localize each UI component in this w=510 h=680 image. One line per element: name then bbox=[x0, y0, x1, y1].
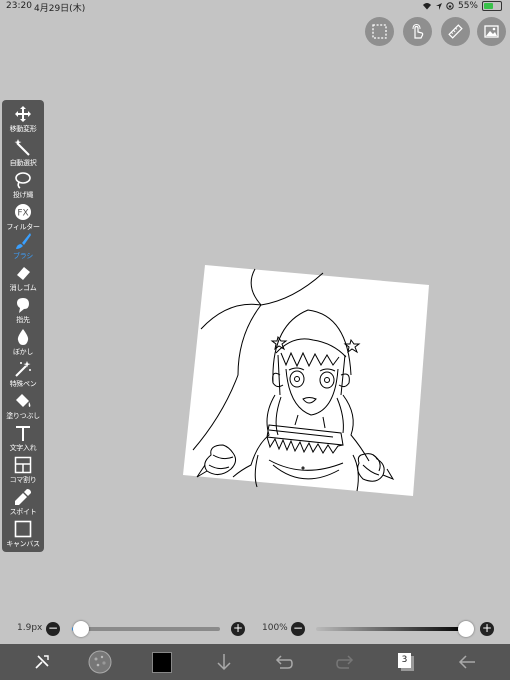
tool-frame[interactable]: コマ割り bbox=[2, 456, 44, 490]
tool-label: 移動変形 bbox=[9, 125, 37, 133]
fill-icon bbox=[13, 392, 33, 410]
brush-size-increase-button[interactable]: + bbox=[231, 622, 245, 636]
brush-size-value: 1.9px bbox=[17, 623, 43, 633]
ruler-button[interactable] bbox=[441, 17, 470, 46]
tool-label: 消しゴム bbox=[9, 284, 37, 292]
svg-text:FX: FX bbox=[17, 209, 28, 219]
undo-icon bbox=[275, 655, 293, 669]
ruler-icon bbox=[448, 24, 463, 39]
opacity-decrease-button[interactable]: − bbox=[291, 622, 305, 636]
tool-label: キャンバス bbox=[6, 540, 40, 548]
opacity-value: 100% bbox=[262, 623, 288, 633]
tool-label: ブラシ bbox=[13, 252, 33, 260]
drawing-canvas[interactable] bbox=[183, 265, 429, 496]
tool-magic-wand[interactable]: 自動選択 bbox=[2, 139, 44, 173]
status-bar: 23:20 4月29日(木) 55% bbox=[0, 0, 510, 14]
eraser-icon bbox=[13, 264, 33, 282]
slider-bar: 1.9px − + 100% − + bbox=[0, 619, 510, 639]
magic-wand-icon bbox=[13, 139, 33, 157]
brush-preset-button[interactable] bbox=[88, 650, 112, 674]
opacity-slider[interactable] bbox=[316, 627, 466, 631]
brush-preset-icon bbox=[88, 650, 112, 674]
tool-label: 指先 bbox=[16, 316, 30, 324]
color-button[interactable] bbox=[152, 651, 172, 673]
opacity-knob[interactable] bbox=[458, 621, 474, 637]
quick-tools-button[interactable] bbox=[32, 652, 52, 672]
tool-eraser[interactable]: 消しゴム bbox=[2, 264, 44, 298]
reference-image-button[interactable] bbox=[477, 17, 506, 46]
download-button[interactable] bbox=[214, 652, 234, 672]
tool-label: 投げ縄 bbox=[12, 191, 34, 199]
current-color-swatch bbox=[152, 651, 172, 673]
brush-icon bbox=[13, 232, 33, 250]
tool-special-pen[interactable]: 特殊ペン bbox=[2, 360, 44, 394]
undo-button[interactable] bbox=[274, 652, 294, 672]
eyedropper-icon bbox=[13, 488, 33, 506]
status-date: 4月29日(木) bbox=[34, 4, 86, 14]
back-button[interactable] bbox=[457, 652, 477, 672]
brush-size-decrease-button[interactable]: − bbox=[46, 622, 60, 636]
battery-level bbox=[484, 3, 493, 9]
redo-button[interactable] bbox=[335, 652, 355, 672]
rotation-lock-icon bbox=[446, 2, 454, 10]
tool-label: フィルター bbox=[6, 223, 40, 231]
layers-icon: 3 bbox=[398, 653, 414, 671]
tool-brush[interactable]: ブラシ bbox=[2, 232, 44, 266]
brush-size-slider[interactable] bbox=[72, 627, 220, 631]
finger-icon bbox=[13, 296, 33, 314]
image-icon bbox=[484, 25, 499, 38]
lasso-icon bbox=[13, 171, 33, 189]
brush-size-knob[interactable] bbox=[72, 621, 89, 637]
opacity-increase-button[interactable]: + bbox=[480, 622, 494, 636]
frame-icon bbox=[13, 456, 33, 474]
text-icon bbox=[13, 424, 33, 442]
quick-tools-icon bbox=[35, 655, 49, 669]
selection-button[interactable] bbox=[365, 17, 394, 46]
fx-icon: FX bbox=[13, 203, 33, 221]
touch-button[interactable] bbox=[403, 17, 432, 46]
canvas-icon bbox=[13, 520, 33, 538]
special-pen-icon bbox=[13, 360, 33, 378]
layers-button[interactable]: 3 bbox=[396, 652, 416, 672]
tool-text[interactable]: 文字入れ bbox=[2, 424, 44, 458]
tool-label: 塗りつぶし bbox=[6, 412, 40, 420]
wifi-icon bbox=[422, 3, 431, 10]
tool-label: 自動選択 bbox=[9, 159, 37, 167]
tool-label: スポイト bbox=[9, 508, 37, 516]
status-time: 23:20 bbox=[6, 1, 32, 11]
lineart-drawing bbox=[183, 265, 429, 496]
battery-percent: 55% bbox=[457, 1, 478, 11]
tool-label: コマ割り bbox=[9, 476, 37, 484]
blur-icon bbox=[13, 328, 33, 346]
tool-label: 特殊ペン bbox=[9, 380, 37, 388]
move-icon bbox=[13, 105, 33, 123]
redo-icon bbox=[336, 655, 354, 669]
tool-lasso[interactable]: 投げ縄 bbox=[2, 171, 44, 205]
tool-label: ぼかし bbox=[12, 348, 34, 356]
touch-icon bbox=[412, 23, 424, 39]
layer-count: 3 bbox=[398, 653, 411, 668]
location-icon bbox=[435, 2, 442, 10]
tool-eyedropper[interactable]: スポイト bbox=[2, 488, 44, 522]
tool-label: 文字入れ bbox=[9, 444, 37, 452]
tool-palette: 移動変形 自動選択 投げ縄 FX フィルター ブラシ 消しゴム 指先 ぼかし 特… bbox=[2, 100, 44, 552]
tool-fill[interactable]: 塗りつぶし bbox=[2, 392, 44, 426]
tool-move[interactable]: 移動変形 bbox=[2, 105, 44, 139]
selection-icon bbox=[372, 24, 387, 39]
arrow-left-icon bbox=[458, 655, 475, 669]
tool-canvas[interactable]: キャンバス bbox=[2, 520, 44, 554]
bottom-toolbar: 3 bbox=[0, 644, 510, 680]
arrow-down-icon bbox=[217, 654, 231, 671]
battery-icon bbox=[482, 1, 502, 11]
tool-finger[interactable]: 指先 bbox=[2, 296, 44, 330]
tool-blur[interactable]: ぼかし bbox=[2, 328, 44, 362]
